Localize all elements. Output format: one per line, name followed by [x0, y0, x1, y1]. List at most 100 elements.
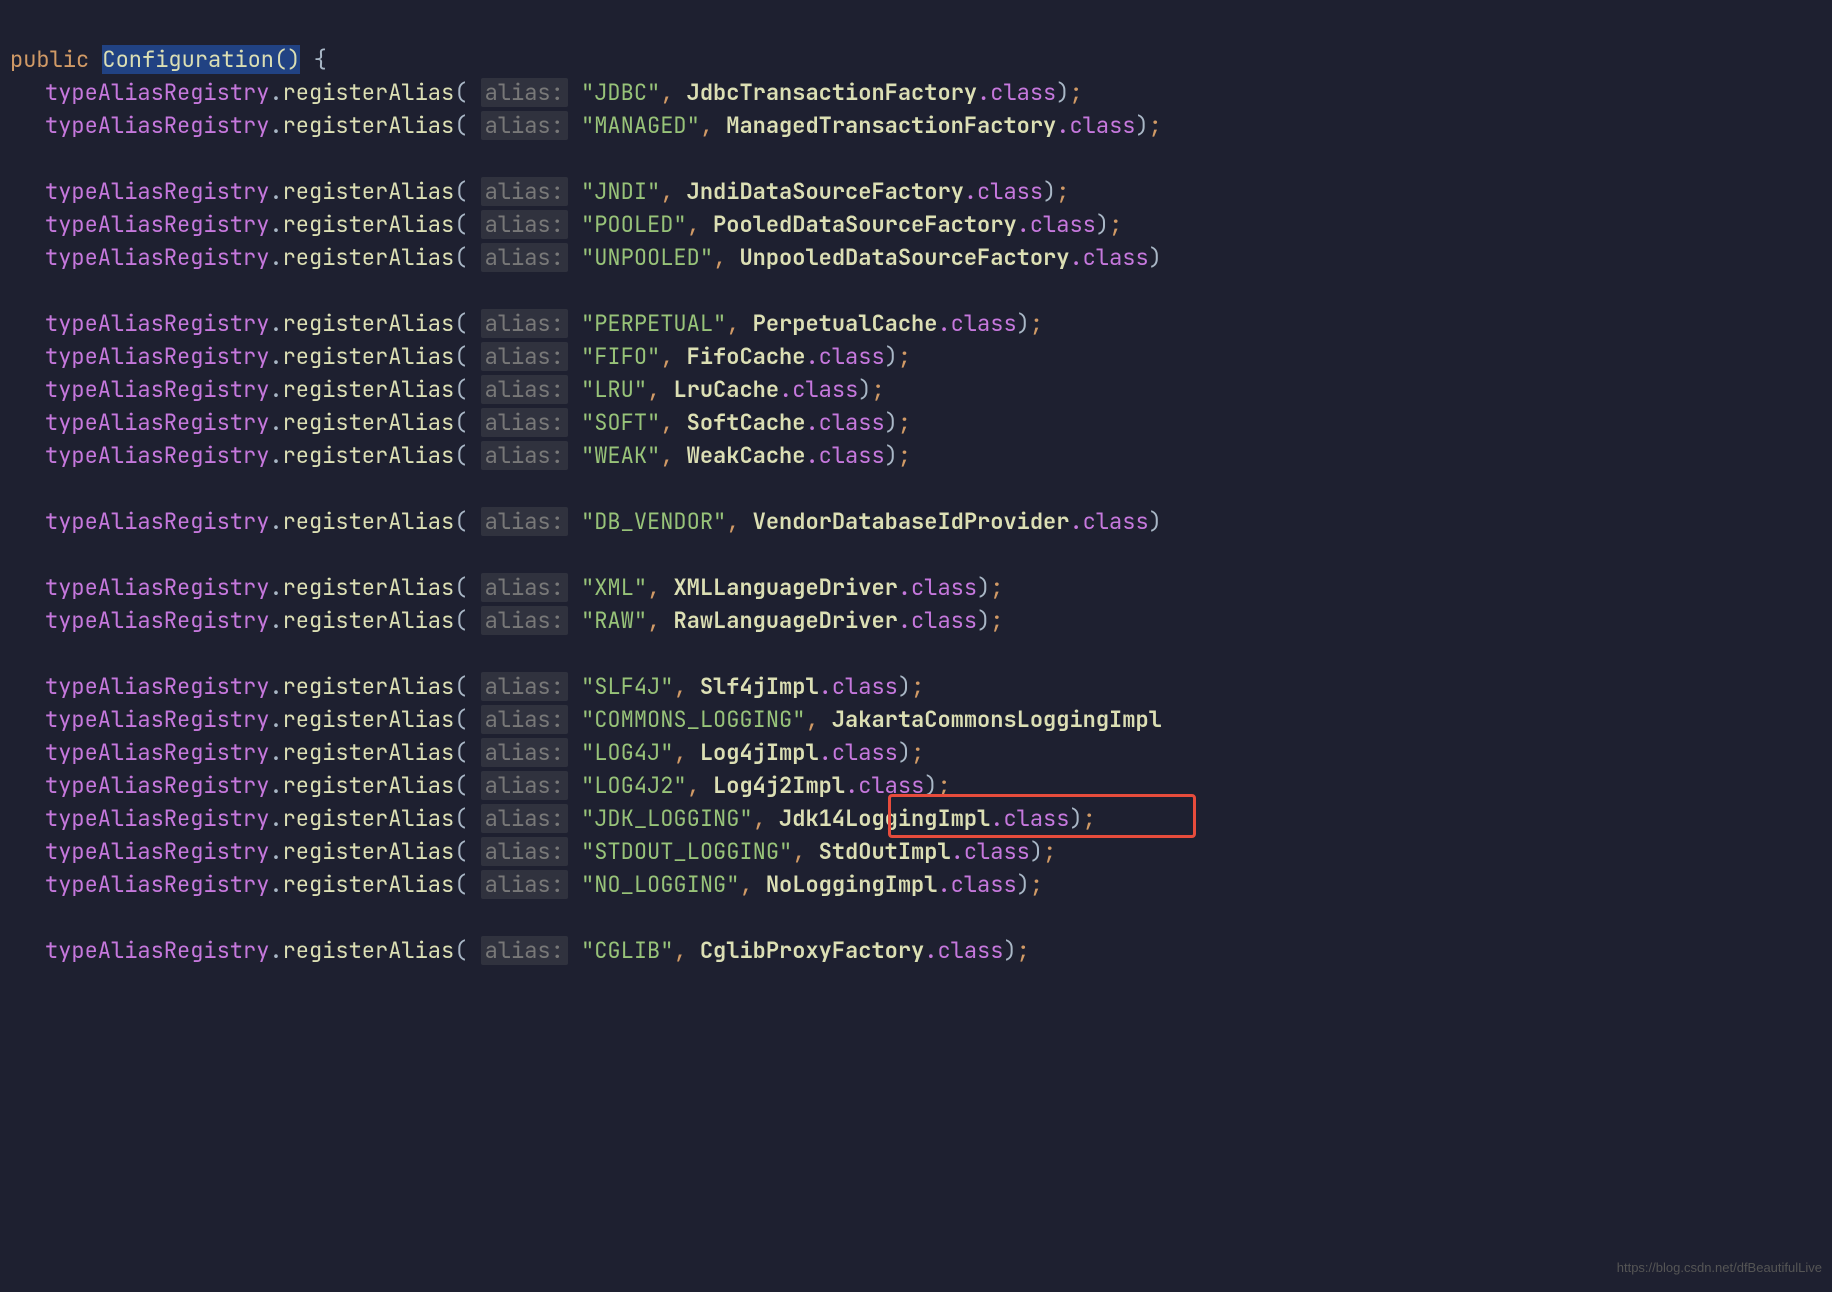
method-name-selected: Configuration() — [102, 45, 300, 74]
parameter-hint: alias: — [481, 342, 568, 371]
parameter-hint: alias: — [481, 507, 568, 536]
parameter-hint: alias: — [481, 804, 568, 833]
parameter-hint: alias: — [481, 243, 568, 272]
class-name: PerpetualCache — [753, 309, 938, 338]
alias-string: "MANAGED" — [581, 111, 700, 140]
alias-string: "UNPOOLED" — [581, 243, 713, 272]
code-line — [10, 274, 1832, 307]
method-call: registerAlias — [283, 441, 455, 470]
receiver-object: typeAliasRegistry — [45, 375, 269, 404]
method-call: registerAlias — [283, 804, 455, 833]
class-name: Log4jImpl — [700, 738, 819, 767]
receiver-object: typeAliasRegistry — [45, 573, 269, 602]
receiver-object: typeAliasRegistry — [45, 837, 269, 866]
method-call: registerAlias — [283, 606, 455, 635]
code-line: typeAliasRegistry.registerAlias( alias: … — [10, 802, 1832, 835]
class-name: SoftCache — [687, 408, 806, 437]
class-name: StdOutImpl — [819, 837, 951, 866]
receiver-object: typeAliasRegistry — [45, 606, 269, 635]
code-line: typeAliasRegistry.registerAlias( alias: … — [10, 769, 1832, 802]
parameter-hint: alias: — [481, 771, 568, 800]
alias-string: "COMMONS_LOGGING" — [581, 705, 805, 734]
class-name: FifoCache — [687, 342, 806, 371]
receiver-object: typeAliasRegistry — [45, 870, 269, 899]
alias-string: "SOFT" — [581, 408, 660, 437]
alias-string: "FIFO" — [581, 342, 660, 371]
method-call: registerAlias — [283, 111, 455, 140]
parameter-hint: alias: — [481, 78, 568, 107]
parameter-hint: alias: — [481, 177, 568, 206]
code-line: typeAliasRegistry.registerAlias( alias: … — [10, 736, 1832, 769]
class-name: Jdk14LoggingImpl — [779, 804, 990, 833]
parameter-hint: alias: — [481, 936, 568, 965]
class-name: CglibProxyFactory — [700, 936, 924, 965]
method-signature-line: public Configuration() { — [10, 43, 1832, 76]
code-line: typeAliasRegistry.registerAlias( alias: … — [10, 175, 1832, 208]
code-editor[interactable]: public Configuration() {typeAliasRegistr… — [10, 10, 1832, 1000]
code-line: typeAliasRegistry.registerAlias( alias: … — [10, 670, 1832, 703]
code-line — [10, 901, 1832, 934]
receiver-object: typeAliasRegistry — [45, 111, 269, 140]
class-name: WeakCache — [687, 441, 806, 470]
receiver-object: typeAliasRegistry — [45, 672, 269, 701]
code-line: typeAliasRegistry.registerAlias( alias: … — [10, 505, 1832, 538]
class-name: JndiDataSourceFactory — [687, 177, 964, 206]
method-call: registerAlias — [283, 738, 455, 767]
alias-string: "PERPETUAL" — [581, 309, 726, 338]
receiver-object: typeAliasRegistry — [45, 243, 269, 272]
class-name: JakartaCommonsLoggingImpl — [832, 705, 1162, 734]
code-line — [10, 637, 1832, 670]
alias-string: "DB_VENDOR" — [581, 507, 726, 536]
parameter-hint: alias: — [481, 837, 568, 866]
alias-string: "CGLIB" — [581, 936, 673, 965]
code-line: typeAliasRegistry.registerAlias( alias: … — [10, 307, 1832, 340]
parameter-hint: alias: — [481, 111, 568, 140]
class-name: Log4j2Impl — [713, 771, 845, 800]
code-line: typeAliasRegistry.registerAlias( alias: … — [10, 241, 1832, 274]
receiver-object: typeAliasRegistry — [45, 507, 269, 536]
alias-string: "LOG4J2" — [581, 771, 687, 800]
alias-string: "NO_LOGGING" — [581, 870, 739, 899]
alias-string: "JNDI" — [581, 177, 660, 206]
class-name: Slf4jImpl — [700, 672, 819, 701]
code-line: typeAliasRegistry.registerAlias( alias: … — [10, 934, 1832, 967]
parameter-hint: alias: — [481, 408, 568, 437]
code-line: typeAliasRegistry.registerAlias( alias: … — [10, 868, 1832, 901]
alias-string: "POOLED" — [581, 210, 687, 239]
alias-string: "STDOUT_LOGGING" — [581, 837, 792, 866]
parameter-hint: alias: — [481, 705, 568, 734]
method-call: registerAlias — [283, 507, 455, 536]
code-line: typeAliasRegistry.registerAlias( alias: … — [10, 439, 1832, 472]
receiver-object: typeAliasRegistry — [45, 78, 269, 107]
code-line: typeAliasRegistry.registerAlias( alias: … — [10, 703, 1832, 736]
class-name: JdbcTransactionFactory — [687, 78, 977, 107]
class-name: XMLLanguageDriver — [673, 573, 897, 602]
receiver-object: typeAliasRegistry — [45, 804, 269, 833]
class-name: VendorDatabaseIdProvider — [753, 507, 1070, 536]
method-call: registerAlias — [283, 243, 455, 272]
method-call: registerAlias — [283, 936, 455, 965]
method-call: registerAlias — [283, 375, 455, 404]
class-name: RawLanguageDriver — [673, 606, 897, 635]
code-line: typeAliasRegistry.registerAlias( alias: … — [10, 76, 1832, 109]
code-line — [10, 142, 1832, 175]
parameter-hint: alias: — [481, 441, 568, 470]
method-call: registerAlias — [283, 870, 455, 899]
method-call: registerAlias — [283, 342, 455, 371]
method-call: registerAlias — [283, 210, 455, 239]
parameter-hint: alias: — [481, 309, 568, 338]
receiver-object: typeAliasRegistry — [45, 210, 269, 239]
parameter-hint: alias: — [481, 210, 568, 239]
method-call: registerAlias — [283, 672, 455, 701]
alias-string: "LOG4J" — [581, 738, 673, 767]
watermark-text: https://blog.csdn.net/dfBeautifulLive — [1617, 1251, 1822, 1284]
code-lines-container: typeAliasRegistry.registerAlias( alias: … — [10, 76, 1832, 967]
alias-string: "XML" — [581, 573, 647, 602]
class-name: PooledDataSourceFactory — [713, 210, 1017, 239]
class-name: LruCache — [673, 375, 779, 404]
alias-string: "JDBC" — [581, 78, 660, 107]
receiver-object: typeAliasRegistry — [45, 936, 269, 965]
receiver-object: typeAliasRegistry — [45, 177, 269, 206]
code-line — [10, 472, 1832, 505]
alias-string: "WEAK" — [581, 441, 660, 470]
